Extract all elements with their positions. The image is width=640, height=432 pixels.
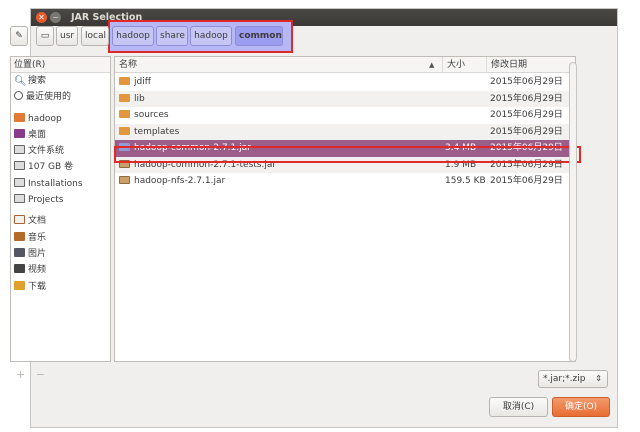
file-name: hadoop-common-2.7.1.jar [134,143,251,153]
updown-arrow-icon: ⇕ [595,374,602,383]
sidebar-item-pictures[interactable]: 图片 [11,246,110,262]
search-icon: 🔍︎ [14,76,27,87]
crumb-hadoop-2[interactable]: hadoop [190,26,232,46]
filter-value: *.jar;*.zip [543,374,586,384]
crumb-local[interactable]: local [81,26,109,46]
sidebar-item-music[interactable]: 音乐 [11,230,110,246]
file-size: 3.4 MB [445,143,477,153]
sidebar-item-filesystem[interactable]: 文件系统 [11,143,110,159]
file-modified: 2015年06月29日 [490,110,563,120]
pencil-icon[interactable]: ✎ [10,26,28,46]
file-modified: 2015年06月29日 [490,143,563,153]
folder-icon [119,93,130,102]
file-type-filter[interactable]: *.jar;*.zip ⇕ [538,370,608,388]
sidebar-item-label: 文档 [28,216,47,227]
crumb-share[interactable]: share [156,26,188,46]
sidebar-item-label: 最近使用的 [26,92,72,103]
file-list: 名称 ▲ 大小 修改日期 jdiff 2015年06月29日 lib 2015年… [114,56,576,362]
cancel-button[interactable]: 取消(C) [489,397,548,417]
table-row[interactable]: hadoop-nfs-2.7.1.jar 159.5 KB 2015年06月29… [115,173,575,190]
drive-icon[interactable]: ▭ [36,26,54,46]
sidebar-item-label: 搜索 [28,76,47,86]
file-modified: 2015年06月29日 [490,93,563,104]
close-icon[interactable]: ✕ [36,12,47,23]
file-name: jdiff [134,77,151,87]
sort-ascending-icon: ▲ [429,61,435,69]
sidebar-item-label: 107 GB 卷 [28,162,74,173]
sidebar-item-label: 图片 [28,248,47,259]
crumb-hadoop[interactable]: hadoop [112,26,154,46]
sidebar-item-downloads[interactable]: 下载 [11,279,110,295]
table-row-selected[interactable]: hadoop-common-2.7.1.jar 3.4 MB 2015年06月2… [115,140,575,157]
file-modified: 2015年06月29日 [490,176,563,186]
sidebar-item-recent[interactable]: 最近使用的 [11,89,110,105]
crumb-usr[interactable]: usr [56,26,78,46]
sidebar-item-label: 音乐 [28,232,47,243]
downloads-icon [14,280,25,290]
home-folder-icon [14,112,25,122]
sidebar-item-projects[interactable]: Projects [11,192,110,208]
sidebar-item-label: 桌面 [28,129,47,140]
sidebar-item-label: Installations [28,178,83,189]
file-modified: 2015年06月29日 [490,159,563,170]
file-list-header: 名称 ▲ 大小 修改日期 [115,57,575,73]
desktop-icon [14,128,25,138]
file-name: hadoop-nfs-2.7.1.jar [134,176,226,186]
drive-icon [14,194,25,204]
places-header: 位置(R) [11,57,110,73]
sidebar-item-label: hadoop [28,113,62,124]
file-name: templates [134,126,180,137]
file-size: 159.5 KB [445,176,486,186]
jar-file-icon [119,159,130,168]
pictures-icon [14,247,25,257]
table-row[interactable]: sources 2015年06月29日 [115,107,575,124]
file-size: 1.9 MB [445,159,477,170]
file-name: hadoop-common-2.7.1-tests.jar [134,159,277,170]
jar-file-icon [119,176,130,184]
drive-icon [14,145,25,155]
add-bookmark-button[interactable]: + [16,368,25,381]
minimize-icon[interactable]: − [50,12,61,23]
file-name: lib [134,93,145,104]
file-modified: 2015年06月29日 [490,126,563,137]
folder-icon [119,110,130,118]
documents-icon [14,215,25,225]
table-row[interactable]: lib 2015年06月29日 [115,90,575,107]
column-modified[interactable]: 修改日期 [487,57,570,73]
column-name[interactable]: 名称 [115,57,443,73]
videos-icon [14,264,25,274]
folder-icon [119,126,130,135]
table-row[interactable]: templates 2015年06月29日 [115,123,575,140]
recent-icon [14,91,23,101]
sidebar-item-search[interactable]: 🔍︎搜索 [11,73,110,89]
table-row[interactable]: jdiff 2015年06月29日 [115,74,575,91]
column-size[interactable]: 大小 [443,57,487,73]
sidebar-item-hadoop[interactable]: hadoop [11,111,110,127]
crumb-common[interactable]: common [235,26,283,46]
folder-icon [119,77,130,85]
sidebar-item-label: 视频 [28,265,47,276]
ok-button[interactable]: 确定(O) [552,397,610,417]
file-modified: 2015年06月29日 [490,77,563,87]
sidebar-item-label: Projects [28,195,64,206]
music-icon [14,231,25,241]
vertical-scrollbar[interactable] [569,62,577,362]
table-row[interactable]: hadoop-common-2.7.1-tests.jar 1.9 MB 201… [115,156,575,173]
sidebar-controls: + − [16,368,45,381]
remove-bookmark-button[interactable]: − [36,368,45,381]
sidebar-item-videos[interactable]: 视频 [11,262,110,278]
sidebar-item-desktop[interactable]: 桌面 [11,127,110,143]
sidebar-item-label: 下载 [28,281,47,292]
sidebar-item-documents[interactable]: 文档 [11,213,110,229]
places-sidebar: 位置(R) 🔍︎搜索 最近使用的 hadoop 桌面 文件系统 107 GB 卷… [10,56,111,362]
drive-icon [14,177,25,187]
file-name: sources [134,110,169,120]
sidebar-item-installations[interactable]: Installations [11,176,110,192]
drive-icon [14,161,25,171]
jar-file-icon [119,143,130,151]
sidebar-item-volume[interactable]: 107 GB 卷 [11,159,110,175]
sidebar-item-label: 文件系统 [28,146,65,157]
